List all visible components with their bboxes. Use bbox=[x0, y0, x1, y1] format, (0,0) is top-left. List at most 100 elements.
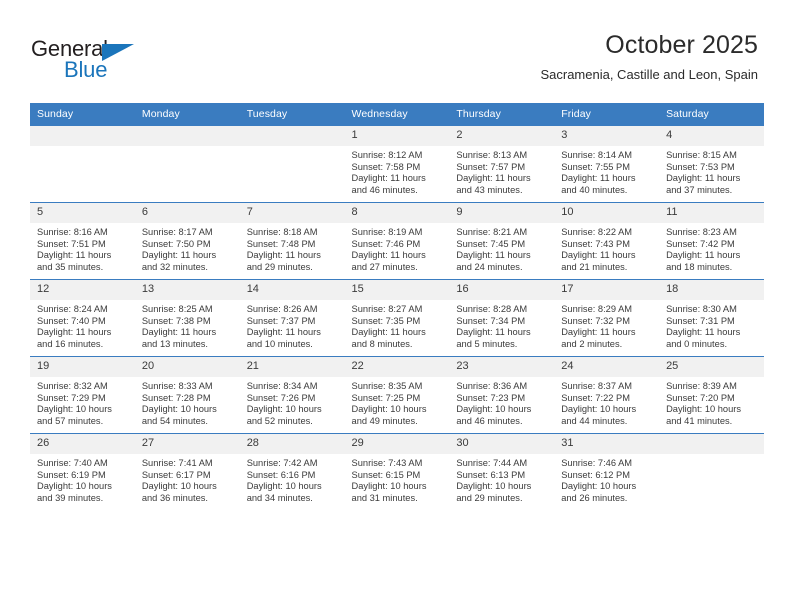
calendar-day-cell[interactable]: 9 Sunrise: 8:21 AM Sunset: 7:45 PM Daylight… bbox=[449, 202, 555, 280]
sunset-text: Sunset: 7:20 PM bbox=[666, 392, 735, 403]
day-details: Sunrise: 8:33 AM Sunset: 7:28 PM Daylight:… bbox=[135, 377, 240, 427]
calendar-day-cell-empty bbox=[30, 125, 135, 203]
title-block: October 2025 Sacramenia, Castille and Le… bbox=[540, 30, 758, 84]
sunset-text: Sunset: 7:22 PM bbox=[561, 392, 630, 403]
calendar-day-cell[interactable]: 5 Sunrise: 8:16 AM Sunset: 7:51 PM Daylight… bbox=[30, 202, 135, 280]
day-details: Sunrise: 8:19 AM Sunset: 7:46 PM Daylight:… bbox=[345, 223, 450, 273]
day-number bbox=[239, 126, 345, 146]
day-number: 29 bbox=[344, 434, 450, 454]
calendar-day-cell[interactable]: 18 Sunrise: 8:30 AM Sunset: 7:31 PM Dayligh… bbox=[659, 279, 764, 357]
daylight-text: Daylight: 10 hours and 26 minutes. bbox=[561, 481, 637, 503]
calendar-day-cell[interactable]: 12 Sunrise: 8:24 AM Sunset: 7:40 PM Dayligh… bbox=[30, 279, 135, 357]
calendar-day-cell[interactable]: 17 Sunrise: 8:29 AM Sunset: 7:32 PM Dayligh… bbox=[554, 279, 660, 357]
day-number: 2 bbox=[449, 126, 555, 146]
daylight-text: Daylight: 10 hours and 29 minutes. bbox=[456, 481, 532, 503]
sunrise-text: Sunrise: 8:26 AM bbox=[246, 304, 318, 314]
day-details: Sunrise: 8:22 AM Sunset: 7:43 PM Daylight:… bbox=[554, 223, 659, 273]
day-number: 5 bbox=[30, 203, 135, 223]
day-details: Sunrise: 7:44 AM Sunset: 6:13 PM Daylight:… bbox=[449, 454, 554, 504]
day-details: Sunrise: 7:41 AM Sunset: 6:17 PM Daylight:… bbox=[135, 454, 240, 504]
day-number: 13 bbox=[134, 280, 240, 300]
sunrise-text: Sunrise: 8:37 AM bbox=[561, 381, 633, 391]
sunset-text: Sunset: 7:37 PM bbox=[246, 315, 316, 326]
day-number: 30 bbox=[449, 434, 555, 454]
weekday-header-monday: Monday bbox=[134, 103, 240, 126]
day-details: Sunrise: 8:23 AM Sunset: 7:42 PM Daylight:… bbox=[659, 223, 764, 273]
sunrise-text: Sunrise: 8:35 AM bbox=[351, 381, 423, 391]
day-number: 22 bbox=[344, 357, 450, 377]
calendar-day-cell[interactable]: 31 Sunrise: 7:46 AM Sunset: 6:12 PM Dayligh… bbox=[554, 433, 660, 510]
calendar-day-cell[interactable]: 3 Sunrise: 8:14 AM Sunset: 7:55 PM Daylight… bbox=[554, 125, 660, 203]
sunset-text: Sunset: 6:19 PM bbox=[37, 469, 106, 480]
calendar-day-cell[interactable]: 28 Sunrise: 7:42 AM Sunset: 6:16 PM Dayligh… bbox=[239, 433, 345, 510]
day-number: 7 bbox=[239, 203, 345, 223]
daylight-text: Daylight: 10 hours and 34 minutes. bbox=[246, 481, 322, 503]
sunrise-text: Sunrise: 7:44 AM bbox=[456, 458, 528, 468]
day-number bbox=[134, 126, 240, 146]
calendar-day-cell[interactable]: 22 Sunrise: 8:35 AM Sunset: 7:25 PM Dayligh… bbox=[344, 356, 450, 434]
day-details: Sunrise: 8:15 AM Sunset: 7:53 PM Daylight:… bbox=[659, 146, 764, 196]
calendar-day-cell[interactable]: 16 Sunrise: 8:28 AM Sunset: 7:34 PM Dayligh… bbox=[449, 279, 555, 357]
day-details: Sunrise: 8:12 AM Sunset: 7:58 PM Daylight:… bbox=[345, 146, 450, 196]
sunrise-text: Sunrise: 7:43 AM bbox=[351, 458, 423, 468]
daylight-text: Daylight: 11 hours and 43 minutes. bbox=[456, 173, 531, 195]
sunset-text: Sunset: 6:13 PM bbox=[456, 469, 526, 480]
calendar-week-row: 19 Sunrise: 8:32 AM Sunset: 7:29 PM Dayligh… bbox=[30, 356, 764, 434]
daylight-text: Daylight: 11 hours and 5 minutes. bbox=[456, 327, 531, 349]
day-details: Sunrise: 8:18 AM Sunset: 7:48 PM Daylight:… bbox=[240, 223, 345, 273]
day-number: 9 bbox=[449, 203, 555, 223]
calendar-page: General Blue October 2025 Sacramenia, Ca… bbox=[0, 0, 792, 612]
calendar-header-row: Sunday Monday Tuesday Wednesday Thursday Frid… bbox=[30, 103, 764, 126]
generalblue-logo[interactable]: General Blue bbox=[31, 36, 171, 86]
daylight-text: Daylight: 11 hours and 16 minutes. bbox=[37, 327, 112, 349]
day-details: Sunrise: 8:32 AM Sunset: 7:29 PM Daylight:… bbox=[30, 377, 135, 427]
day-number: 27 bbox=[134, 434, 240, 454]
daylight-text: Daylight: 11 hours and 40 minutes. bbox=[561, 173, 636, 195]
location-subtitle: Sacramenia, Castille and Leon, Spain bbox=[540, 67, 758, 82]
day-details: Sunrise: 8:26 AM Sunset: 7:37 PM Daylight:… bbox=[240, 300, 345, 350]
calendar-day-cell[interactable]: 24 Sunrise: 8:37 AM Sunset: 7:22 PM Dayligh… bbox=[554, 356, 660, 434]
calendar-day-cell[interactable]: 13 Sunrise: 8:25 AM Sunset: 7:38 PM Dayligh… bbox=[134, 279, 240, 357]
calendar-day-cell[interactable]: 15 Sunrise: 8:27 AM Sunset: 7:35 PM Dayligh… bbox=[344, 279, 450, 357]
calendar-day-cell[interactable]: 1 Sunrise: 8:12 AM Sunset: 7:58 PM Daylight… bbox=[344, 125, 450, 203]
calendar-day-cell[interactable]: 27 Sunrise: 7:41 AM Sunset: 6:17 PM Dayligh… bbox=[134, 433, 240, 510]
calendar-day-cell[interactable]: 30 Sunrise: 7:44 AM Sunset: 6:13 PM Dayligh… bbox=[449, 433, 555, 510]
weekday-header-saturday: Saturday bbox=[659, 103, 764, 126]
calendar-day-cell[interactable]: 14 Sunrise: 8:26 AM Sunset: 7:37 PM Dayligh… bbox=[239, 279, 345, 357]
sunrise-text: Sunrise: 8:24 AM bbox=[37, 304, 108, 314]
sunrise-text: Sunrise: 8:17 AM bbox=[141, 227, 213, 237]
sunrise-text: Sunrise: 8:15 AM bbox=[666, 150, 737, 160]
calendar-day-cell[interactable]: 29 Sunrise: 7:43 AM Sunset: 6:15 PM Dayligh… bbox=[344, 433, 450, 510]
sunset-text: Sunset: 7:53 PM bbox=[666, 161, 735, 172]
calendar-day-cell[interactable]: 23 Sunrise: 8:36 AM Sunset: 7:23 PM Dayligh… bbox=[449, 356, 555, 434]
sunrise-text: Sunrise: 8:27 AM bbox=[351, 304, 423, 314]
calendar-day-cell[interactable]: 4 Sunrise: 8:15 AM Sunset: 7:53 PM Daylight… bbox=[659, 125, 764, 203]
sunset-text: Sunset: 6:12 PM bbox=[561, 469, 630, 480]
calendar-day-cell[interactable]: 20 Sunrise: 8:33 AM Sunset: 7:28 PM Dayligh… bbox=[134, 356, 240, 434]
sunrise-text: Sunrise: 7:41 AM bbox=[141, 458, 213, 468]
calendar-day-cell[interactable]: 21 Sunrise: 8:34 AM Sunset: 7:26 PM Dayligh… bbox=[239, 356, 345, 434]
sunset-text: Sunset: 7:45 PM bbox=[456, 238, 526, 249]
sunrise-text: Sunrise: 8:25 AM bbox=[141, 304, 213, 314]
calendar-week-row: 26 Sunrise: 7:40 AM Sunset: 6:19 PM Dayligh… bbox=[30, 433, 764, 510]
sunrise-text: Sunrise: 8:28 AM bbox=[456, 304, 528, 314]
calendar-day-cell[interactable]: 19 Sunrise: 8:32 AM Sunset: 7:29 PM Dayligh… bbox=[30, 356, 135, 434]
sunset-text: Sunset: 7:32 PM bbox=[561, 315, 630, 326]
day-details: Sunrise: 8:36 AM Sunset: 7:23 PM Daylight:… bbox=[449, 377, 554, 427]
weekday-header-sunday: Sunday bbox=[30, 103, 135, 126]
calendar-week-row: 1 Sunrise: 8:12 AM Sunset: 7:58 PM Daylight… bbox=[30, 125, 764, 203]
daylight-text: Daylight: 10 hours and 31 minutes. bbox=[351, 481, 427, 503]
day-details: Sunrise: 8:16 AM Sunset: 7:51 PM Daylight:… bbox=[30, 223, 135, 273]
calendar-day-cell[interactable]: 25 Sunrise: 8:39 AM Sunset: 7:20 PM Dayligh… bbox=[659, 356, 764, 434]
calendar-day-cell[interactable]: 6 Sunrise: 8:17 AM Sunset: 7:50 PM Daylight… bbox=[134, 202, 240, 280]
calendar-day-cell[interactable]: 8 Sunrise: 8:19 AM Sunset: 7:46 PM Daylight… bbox=[344, 202, 450, 280]
calendar-day-cell[interactable]: 7 Sunrise: 8:18 AM Sunset: 7:48 PM Daylight… bbox=[239, 202, 345, 280]
calendar-day-cell[interactable]: 11 Sunrise: 8:23 AM Sunset: 7:42 PM Dayligh… bbox=[659, 202, 764, 280]
calendar-day-cell[interactable]: 2 Sunrise: 8:13 AM Sunset: 7:57 PM Daylight… bbox=[449, 125, 555, 203]
calendar-day-cell[interactable]: 10 Sunrise: 8:22 AM Sunset: 7:43 PM Dayligh… bbox=[554, 202, 660, 280]
day-details: Sunrise: 8:37 AM Sunset: 7:22 PM Daylight:… bbox=[554, 377, 659, 427]
calendar-day-cell[interactable]: 26 Sunrise: 7:40 AM Sunset: 6:19 PM Dayligh… bbox=[30, 433, 135, 510]
weekday-header-friday: Friday bbox=[554, 103, 660, 126]
day-details: Sunrise: 8:27 AM Sunset: 7:35 PM Daylight:… bbox=[345, 300, 450, 350]
sunset-text: Sunset: 6:16 PM bbox=[246, 469, 316, 480]
